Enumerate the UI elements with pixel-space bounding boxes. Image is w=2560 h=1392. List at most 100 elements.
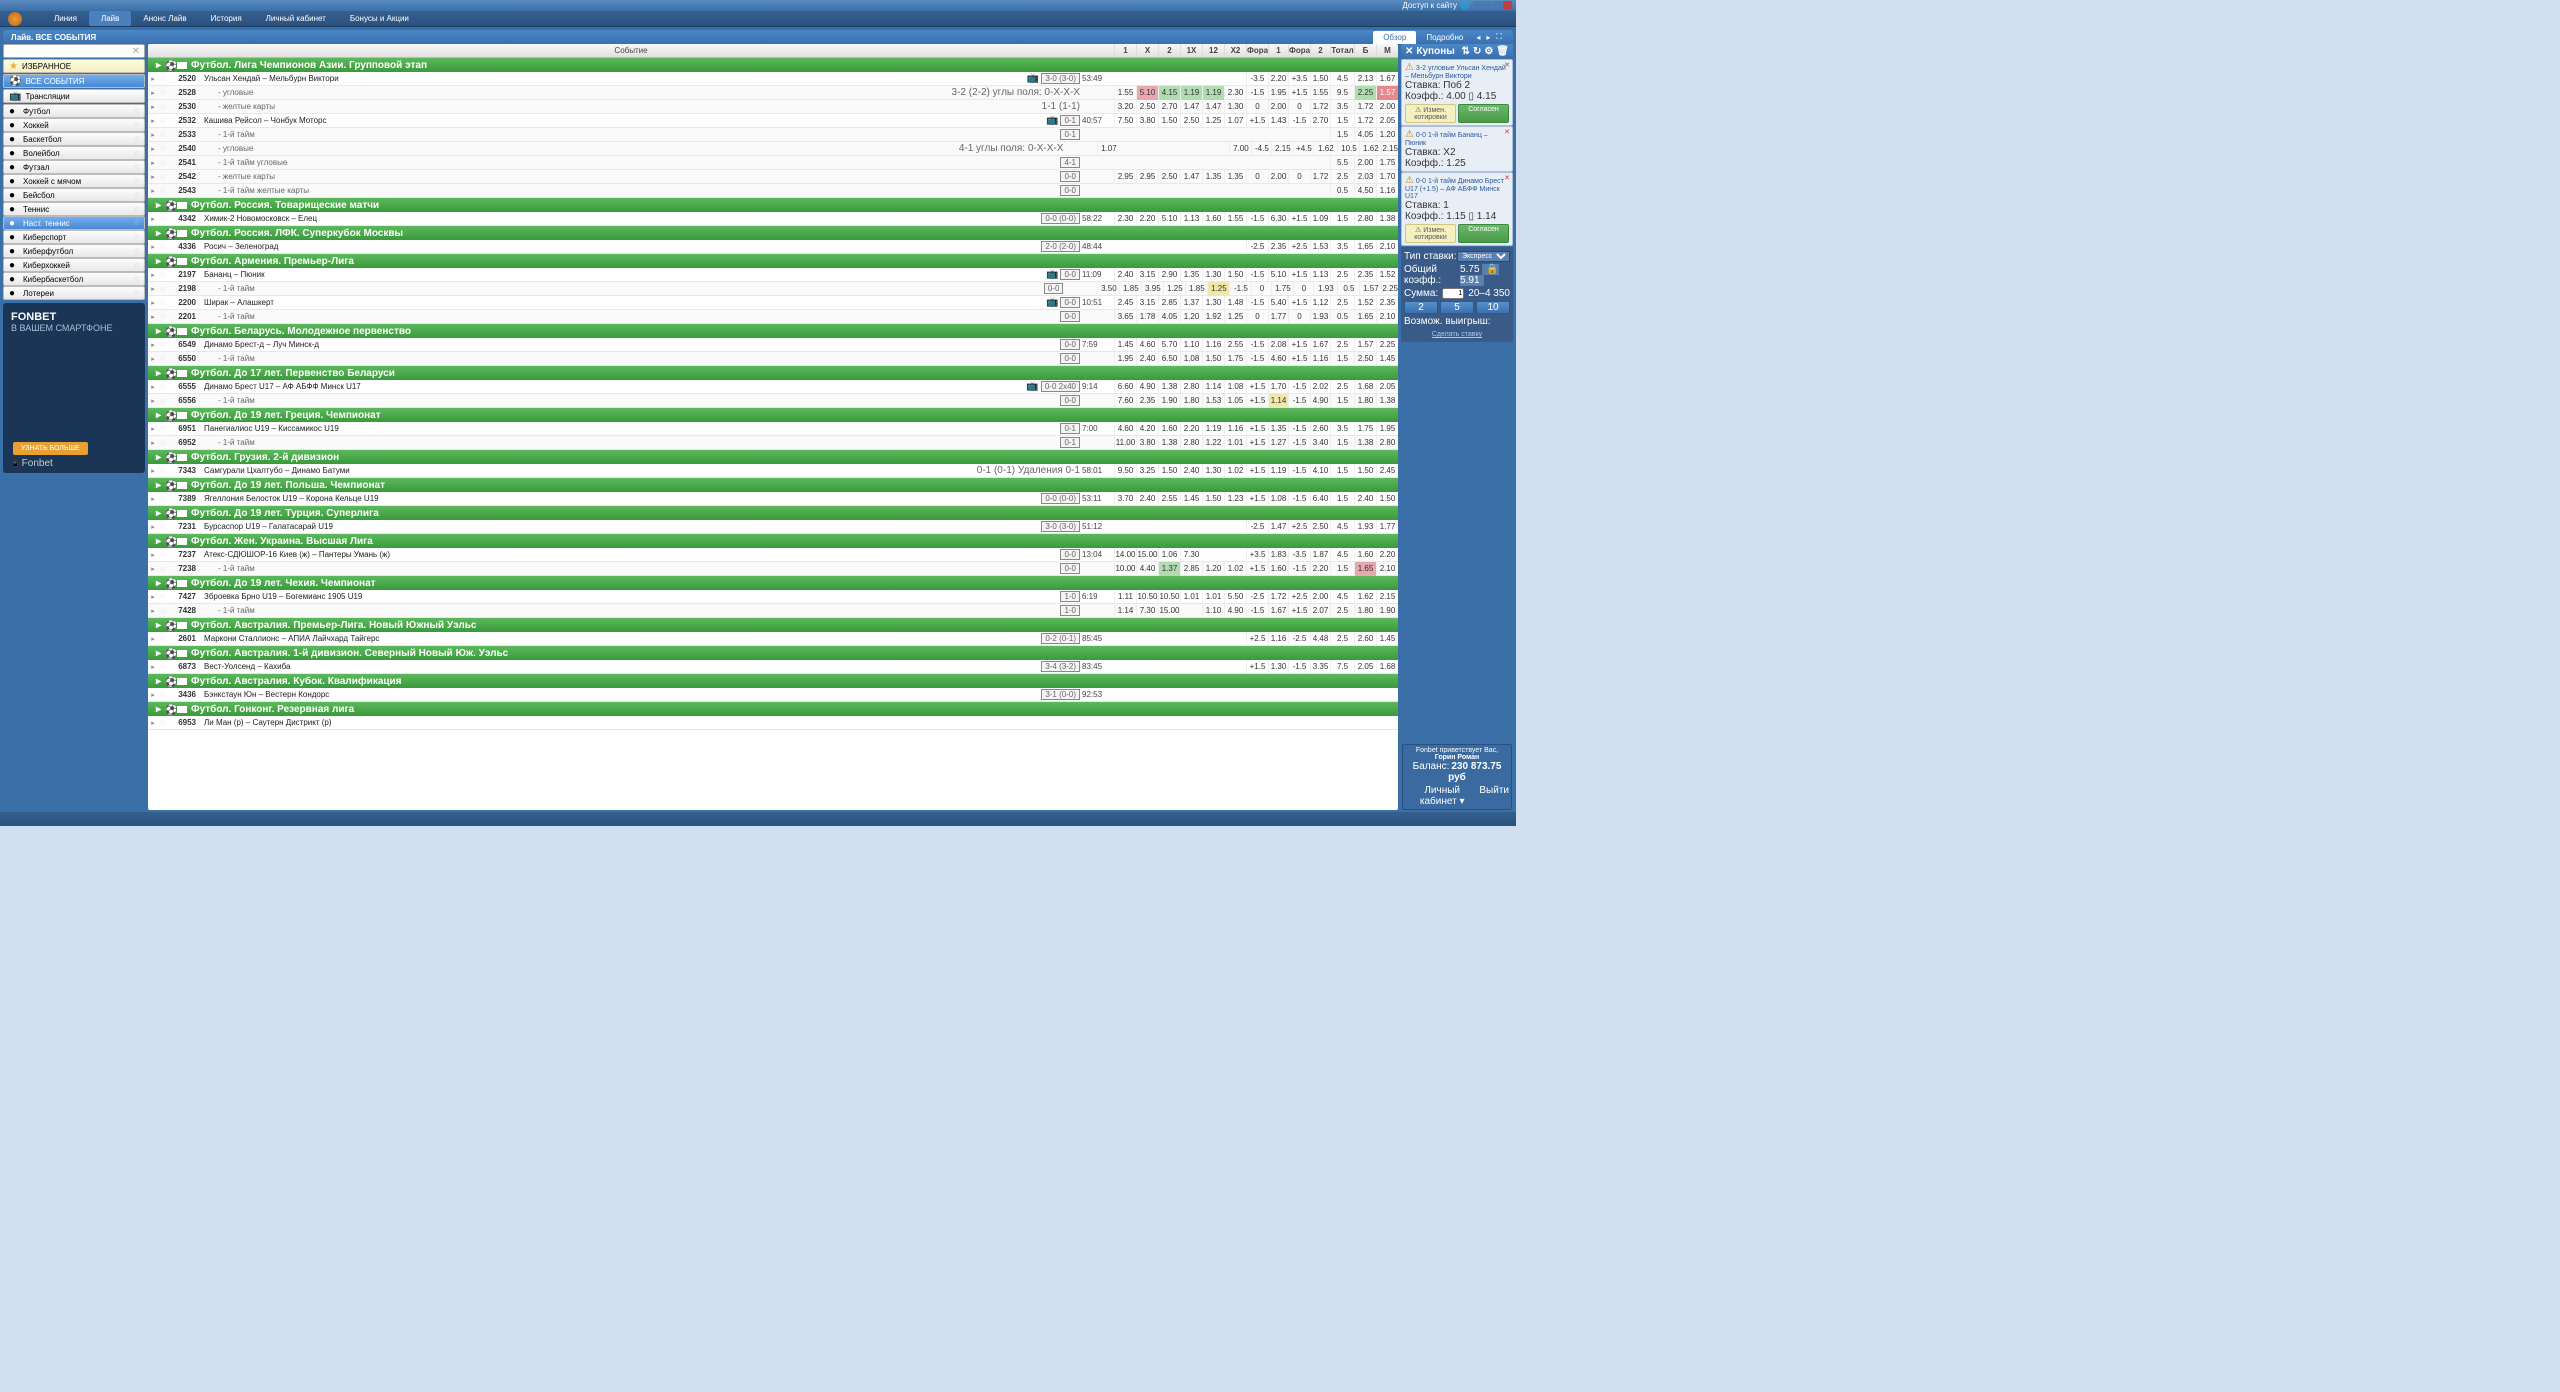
odd-cell[interactable]: 1.10 [1202, 604, 1224, 618]
odd-cell[interactable]: 1.30 [1202, 464, 1224, 478]
odd-cell[interactable]: 3.20 [1114, 100, 1136, 114]
odd-cell[interactable]: 5.5 [1330, 156, 1354, 170]
odd-cell[interactable]: +3.5 [1288, 72, 1310, 86]
odd-cell[interactable]: 2.05 [1376, 114, 1398, 128]
odd-cell[interactable]: 5.40 [1268, 296, 1288, 310]
odd-cell[interactable]: 1.20 [1202, 562, 1224, 576]
odd-cell[interactable]: 1.53 [1310, 240, 1330, 254]
star-icon[interactable]: ☆ [158, 312, 168, 321]
odd-cell[interactable]: 1.37 [1158, 562, 1180, 576]
star-icon[interactable]: ☆ [158, 74, 168, 83]
odd-cell[interactable]: 9.5 [1330, 86, 1354, 100]
col-header-odd[interactable]: Б [1354, 44, 1376, 57]
odd-cell[interactable]: +1.5 [1288, 338, 1310, 352]
event-row[interactable]: ▸☆25431-й тайм желтые карты0-00.54.501.1… [148, 184, 1398, 198]
odd-cell[interactable]: 1.07 [1097, 142, 1119, 156]
odd-cell[interactable]: 2.03 [1354, 170, 1376, 184]
odd-cell[interactable]: 2.08 [1268, 338, 1288, 352]
odd-cell[interactable]: 1.95 [1268, 86, 1288, 100]
star-icon[interactable]: ☆ [158, 690, 168, 699]
odd-cell[interactable]: 1.47 [1180, 170, 1202, 184]
odd-cell[interactable]: 1.50 [1354, 464, 1376, 478]
odd-cell[interactable]: 1.25 [1163, 282, 1185, 296]
odd-cell[interactable]: 2.00 [1268, 100, 1288, 114]
odd-cell[interactable]: 1.05 [1224, 394, 1246, 408]
odd-cell[interactable]: 1.60 [1268, 562, 1288, 576]
expand-icon[interactable]: ▸ [148, 607, 158, 615]
odd-cell[interactable]: 10.50 [1158, 590, 1180, 604]
search-input[interactable]: ✕ [3, 44, 145, 58]
odd-cell[interactable]: 1.5 [1330, 562, 1354, 576]
odd-cell[interactable]: -1.5 [1288, 492, 1310, 506]
star-icon[interactable]: ☆ [158, 522, 168, 531]
odd-cell[interactable]: +1.5 [1288, 268, 1310, 282]
odd-cell[interactable]: 2.80 [1376, 436, 1398, 450]
odd-cell[interactable]: 1.52 [1376, 268, 1398, 282]
pin-icon[interactable]: ☆ [134, 135, 140, 143]
event-row[interactable]: ▸☆69521-й тайм0-111.003.801.382.801.221.… [148, 436, 1398, 450]
expand-icon[interactable]: ▸ [148, 467, 158, 475]
odd-cell[interactable]: 3.80 [1136, 436, 1158, 450]
sidebar-sport[interactable]: ●Бейсбол☆ [3, 188, 145, 202]
sidebar-sport[interactable]: ●Киберфутбол☆ [3, 244, 145, 258]
odd-cell[interactable]: -1.5 [1288, 562, 1310, 576]
odd-cell[interactable]: -1.5 [1288, 464, 1310, 478]
odd-cell[interactable]: 15.00 [1136, 548, 1158, 562]
expand-icon[interactable]: ▸ [148, 173, 158, 181]
odd-cell[interactable]: -1.5 [1229, 282, 1251, 296]
odd-cell[interactable]: 1.50 [1202, 492, 1224, 506]
odd-cell[interactable]: 1.72 [1310, 100, 1330, 114]
odd-cell[interactable]: 1.5 [1330, 436, 1354, 450]
odd-cell[interactable]: 9.50 [1114, 464, 1136, 478]
odd-cell[interactable]: +2.5 [1288, 520, 1310, 534]
odd-cell[interactable]: 1.62 [1313, 142, 1337, 156]
odd-cell[interactable]: +1.5 [1288, 604, 1310, 618]
odd-cell[interactable]: 7.5 [1330, 660, 1354, 674]
odd-cell[interactable]: 2.15 [1376, 590, 1398, 604]
trash-icon[interactable]: 🗑 [1496, 46, 1509, 57]
odd-cell[interactable]: 2.07 [1310, 604, 1330, 618]
odd-cell[interactable]: 1.16 [1310, 352, 1330, 366]
star-icon[interactable]: ☆ [158, 550, 168, 559]
odd-cell[interactable]: 1.38 [1376, 394, 1398, 408]
odd-cell[interactable]: 3.15 [1136, 296, 1158, 310]
odd-cell[interactable]: 1.50 [1158, 464, 1180, 478]
odd-cell[interactable]: 4.5 [1330, 520, 1354, 534]
odd-cell[interactable]: 1.57 [1354, 338, 1376, 352]
stake-2[interactable]: 2 [1404, 301, 1438, 314]
odd-cell[interactable]: 3.40 [1310, 436, 1330, 450]
league-header[interactable]: ▸⚽Футбол. Лига Чемпионов Азии. Групповой… [148, 58, 1398, 72]
odd-cell[interactable]: 1.92 [1202, 310, 1224, 324]
odd-cell[interactable]: -2.5 [1246, 590, 1268, 604]
odd-cell[interactable]: 3.65 [1114, 310, 1136, 324]
star-icon[interactable]: ☆ [158, 396, 168, 405]
star-icon[interactable]: ☆ [158, 158, 168, 167]
event-row[interactable]: ▸☆7231Бурсаспор U19 – Галатасарай U193-0… [148, 520, 1398, 534]
odd-cell[interactable]: 1.5 [1330, 492, 1354, 506]
col-header-odd[interactable]: Фора [1288, 44, 1310, 57]
odd-cell[interactable]: 1.16 [1202, 338, 1224, 352]
col-header-odd[interactable]: 2 [1310, 44, 1330, 57]
star-icon[interactable]: ☆ [158, 298, 168, 307]
odd-cell[interactable]: 1.16 [1268, 632, 1288, 646]
odd-cell[interactable]: 2.80 [1180, 436, 1202, 450]
star-icon[interactable]: ☆ [158, 340, 168, 349]
event-row[interactable]: ▸☆74281-й тайм1-01.147.3015.001.104.90-1… [148, 604, 1398, 618]
odd-cell[interactable]: 2.35 [1268, 240, 1288, 254]
odd-cell[interactable]: 1.93 [1313, 282, 1337, 296]
odd-cell[interactable]: 2.30 [1224, 86, 1246, 100]
odd-cell[interactable]: 2.5 [1330, 604, 1354, 618]
odd-cell[interactable]: +1.5 [1288, 86, 1310, 100]
odd-cell[interactable]: 3.5 [1330, 100, 1354, 114]
event-row[interactable]: ▸☆2532Кашива Рейсол – Чонбук Моторс📺0-14… [148, 114, 1398, 128]
nav-личный кабинет[interactable]: Личный кабинет [254, 11, 338, 26]
odd-cell[interactable]: 1.47 [1202, 100, 1224, 114]
odd-cell[interactable]: 2.55 [1224, 338, 1246, 352]
odd-cell[interactable]: 1.19 [1202, 86, 1224, 100]
odd-cell[interactable]: 2.40 [1354, 492, 1376, 506]
odd-cell[interactable]: 1.16 [1376, 184, 1398, 198]
odd-cell[interactable]: +1.5 [1246, 380, 1268, 394]
league-header[interactable]: ▸⚽Футбол. Гонконг. Резервная лига [148, 702, 1398, 716]
expand-icon[interactable]: ▸ [148, 89, 158, 97]
odd-cell[interactable]: 1.38 [1158, 436, 1180, 450]
